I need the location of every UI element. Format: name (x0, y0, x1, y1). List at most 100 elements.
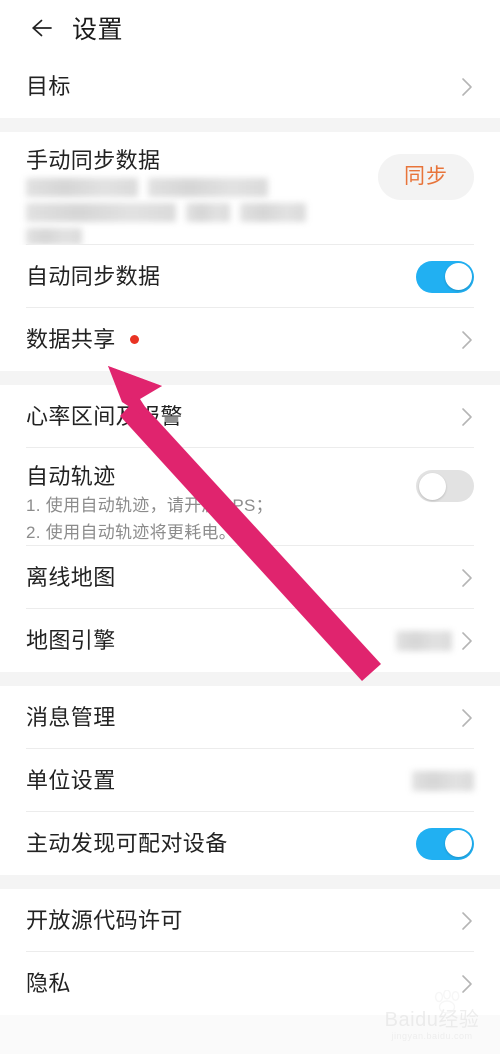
row-open-source-license-main: 开放源代码许可 (26, 906, 440, 936)
row-manual-sync-main: 手动同步数据 (26, 146, 366, 245)
row-auto-sync[interactable]: 自动同步数据 (0, 245, 500, 308)
row-manual-sync-accessory: 同步 (378, 154, 474, 200)
section-gap-3 (0, 672, 500, 686)
toggle-knob (444, 830, 472, 857)
chevron-right-icon[interactable] (460, 629, 474, 653)
redacted-text-block (240, 203, 306, 222)
redacted-text-block (26, 203, 176, 222)
section-gap-4 (0, 875, 500, 889)
settings-screen: 设置 目标 手动同步数据 同步 自动同步数据 数据共享 心率区间及报警 自动轨迹… (0, 0, 500, 1054)
row-discover-devices[interactable]: 主动发现可配对设备 (0, 812, 500, 875)
row-open-source-license[interactable]: 开放源代码许可 (0, 889, 500, 952)
row-auto-track-accessory (416, 470, 474, 502)
discover-devices-toggle[interactable] (416, 827, 474, 860)
row-unit-settings-label: 单位设置 (26, 767, 116, 793)
redacted-text-block (26, 228, 82, 245)
row-open-source-license-accessory (452, 909, 474, 933)
row-map-engine-accessory (396, 629, 474, 653)
row-privacy-accessory (452, 972, 474, 996)
row-goal[interactable]: 目标 (0, 55, 500, 118)
sync-button[interactable]: 同步 (378, 154, 474, 200)
row-auto-sync-titleline: 自动同步数据 (26, 262, 404, 292)
row-privacy-label: 隐私 (26, 970, 71, 996)
row-message-management-main: 消息管理 (26, 703, 440, 733)
row-map-engine-titleline: 地图引擎 (26, 626, 384, 656)
row-offline-map-main: 离线地图 (26, 563, 440, 593)
row-unit-settings-accessory (412, 770, 474, 791)
toggle-knob (444, 263, 472, 290)
row-auto-sync-main: 自动同步数据 (26, 262, 404, 292)
row-offline-map[interactable]: 离线地图 (0, 546, 500, 609)
row-message-management-titleline: 消息管理 (26, 703, 440, 733)
row-discover-devices-titleline: 主动发现可配对设备 (26, 829, 404, 859)
redacted-text-block (148, 178, 268, 197)
chevron-right-icon[interactable] (460, 972, 474, 996)
row-message-management[interactable]: 消息管理 (0, 686, 500, 749)
red-dot-badge-icon (129, 335, 139, 344)
row-heart-rate-zone[interactable]: 心率区间及报警 (0, 385, 500, 448)
row-discover-devices-accessory (416, 827, 474, 860)
chevron-right-icon[interactable] (460, 328, 474, 352)
row-offline-map-label: 离线地图 (26, 564, 116, 590)
chevron-right-icon[interactable] (460, 405, 474, 429)
chevron-right-icon[interactable] (460, 909, 474, 933)
row-privacy-titleline: 隐私 (26, 969, 440, 999)
chevron-right-icon[interactable] (460, 75, 474, 99)
row-auto-track-main: 自动轨迹 1. 使用自动轨迹，请开启GPS； 2. 使用自动轨迹将更耗电。 (26, 462, 404, 546)
row-manual-sync-label: 手动同步数据 (26, 148, 161, 173)
row-discover-devices-main: 主动发现可配对设备 (26, 829, 404, 859)
row-map-engine-label: 地图引擎 (26, 627, 116, 653)
row-unit-settings-main: 单位设置 (26, 766, 400, 796)
chevron-right-icon[interactable] (460, 706, 474, 730)
row-privacy-main: 隐私 (26, 969, 440, 999)
row-goal-label: 目标 (26, 73, 71, 99)
row-offline-map-titleline: 离线地图 (26, 563, 440, 593)
section-legal: 开放源代码许可 隐私 (0, 889, 500, 1015)
section-gap-1 (0, 118, 500, 132)
section-sync: 手动同步数据 同步 自动同步数据 数据共享 (0, 132, 500, 371)
row-data-share[interactable]: 数据共享 (0, 308, 500, 371)
section-goal: 目标 (0, 55, 500, 118)
row-data-share-label: 数据共享 (26, 326, 116, 352)
row-auto-track[interactable]: 自动轨迹 1. 使用自动轨迹，请开启GPS； 2. 使用自动轨迹将更耗电。 (0, 448, 500, 546)
section-device: 消息管理 单位设置 主动发现可配对设备 (0, 686, 500, 875)
row-data-share-accessory (452, 328, 474, 352)
row-unit-settings-titleline: 单位设置 (26, 766, 400, 796)
row-message-management-accessory (452, 706, 474, 730)
row-manual-sync-titleline: 手动同步数据 (26, 146, 366, 176)
row-message-management-label: 消息管理 (26, 704, 116, 730)
row-heart-rate-zone-label: 心率区间及报警 (26, 403, 183, 429)
row-manual-sync-redacted-subtitle (26, 178, 356, 245)
redacted-value-block (396, 630, 452, 651)
auto-sync-toggle[interactable] (416, 260, 474, 293)
row-privacy[interactable]: 隐私 (0, 952, 500, 1015)
redacted-text-block (186, 203, 230, 222)
row-goal-main: 目标 (26, 72, 440, 102)
row-open-source-license-titleline: 开放源代码许可 (26, 906, 440, 936)
redacted-value-block (412, 770, 474, 791)
row-data-share-main: 数据共享 (26, 325, 440, 355)
toggle-knob (418, 472, 446, 500)
row-open-source-license-label: 开放源代码许可 (26, 907, 183, 933)
row-manual-sync[interactable]: 手动同步数据 同步 (0, 132, 500, 245)
row-heart-rate-zone-accessory (452, 405, 474, 429)
auto-track-toggle[interactable] (416, 470, 474, 502)
section-gap-2 (0, 371, 500, 385)
section-tracking: 心率区间及报警 自动轨迹 1. 使用自动轨迹，请开启GPS； 2. 使用自动轨迹… (0, 385, 500, 672)
redacted-text-block (26, 178, 138, 197)
row-goal-accessory (452, 75, 474, 99)
row-auto-track-subtitle-1: 1. 使用自动轨迹，请开启GPS； (26, 496, 273, 515)
row-auto-track-titleline: 自动轨迹 (26, 462, 404, 492)
row-map-engine[interactable]: 地图引擎 (0, 609, 500, 672)
row-offline-map-accessory (452, 566, 474, 590)
app-header: 设置 (0, 0, 500, 55)
back-arrow-icon[interactable] (26, 13, 56, 43)
row-goal-titleline: 目标 (26, 72, 440, 102)
row-discover-devices-label: 主动发现可配对设备 (26, 830, 228, 856)
row-unit-settings[interactable]: 单位设置 (0, 749, 500, 812)
chevron-right-icon[interactable] (460, 566, 474, 590)
watermark-sub-text: jingyan.baidu.com (391, 1031, 473, 1041)
row-auto-sync-label: 自动同步数据 (26, 263, 161, 289)
row-heart-rate-zone-titleline: 心率区间及报警 (26, 402, 440, 432)
page-title: 设置 (72, 15, 124, 44)
